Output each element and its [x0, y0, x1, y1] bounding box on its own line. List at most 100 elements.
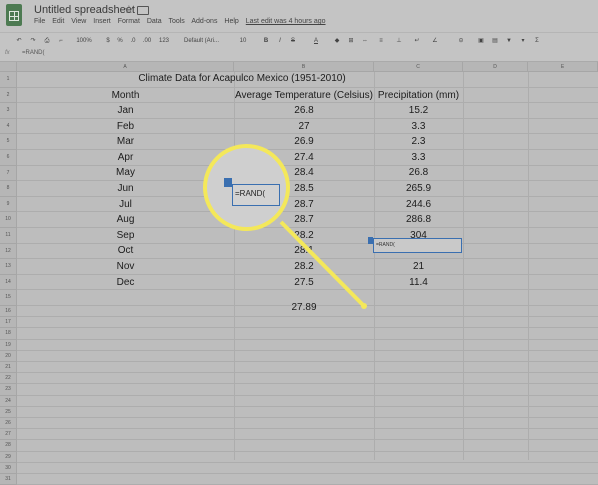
more-formats-button[interactable]: 123	[157, 35, 171, 47]
menu-view[interactable]: View	[71, 18, 86, 25]
row-header[interactable]: 28	[0, 440, 17, 452]
menu-data[interactable]: Data	[147, 18, 162, 25]
temperature-cell[interactable]: 27	[234, 121, 374, 132]
star-icon[interactable]: ☆	[124, 3, 134, 16]
row-header[interactable]: 30	[0, 462, 17, 474]
row-header[interactable]: 2	[0, 87, 17, 104]
month-cell[interactable]: Mar	[17, 136, 234, 147]
month-cell[interactable]: Dec	[17, 277, 234, 288]
merge-icon[interactable]: ⇔	[360, 35, 370, 47]
filter-views-icon[interactable]: ▾	[518, 35, 528, 47]
row-header[interactable]: 21	[0, 362, 17, 374]
menu-edit[interactable]: Edit	[52, 18, 64, 25]
average-temp-cell[interactable]: 27.89	[234, 302, 374, 313]
fill-color-icon[interactable]: ◆	[332, 35, 342, 47]
temperature-cell[interactable]: 26.8	[234, 105, 374, 116]
functions-icon[interactable]: Σ	[532, 35, 542, 47]
precipitation-cell[interactable]: 26.8	[374, 167, 463, 178]
header-avg-temp[interactable]: Average Temperature (Celsius)	[234, 90, 374, 101]
percent-button[interactable]: %	[116, 35, 124, 47]
menu-insert[interactable]: Insert	[93, 18, 111, 25]
align-left-icon[interactable]: ≡	[376, 35, 386, 47]
menu-tools[interactable]: Tools	[168, 18, 184, 25]
month-cell[interactable]: Jul	[17, 199, 234, 210]
row-header[interactable]: 13	[0, 259, 17, 275]
row-header[interactable]: 18	[0, 328, 17, 340]
precipitation-cell[interactable]: 11.4	[374, 277, 463, 288]
row-header[interactable]: 16	[0, 306, 17, 318]
row-header[interactable]: 9	[0, 196, 17, 213]
row-header[interactable]: 6	[0, 150, 17, 166]
decrease-decimals-button[interactable]: .0	[128, 35, 138, 47]
menu-format[interactable]: Format	[118, 18, 140, 25]
precipitation-cell[interactable]: 265.9	[374, 183, 463, 194]
text-color-button[interactable]: A	[312, 35, 320, 47]
header-precipitation[interactable]: Precipitation (mm)	[374, 90, 463, 101]
undo-icon[interactable]: ↶	[14, 35, 24, 47]
column-header-b[interactable]: B	[234, 62, 374, 72]
text-rotate-icon[interactable]: ∠	[430, 35, 440, 47]
currency-button[interactable]: $	[104, 35, 112, 47]
insert-link-icon[interactable]: ⊝	[456, 35, 466, 47]
insert-comment-icon[interactable]: ▣	[476, 35, 486, 47]
temperature-cell[interactable]: 28.2	[234, 230, 374, 241]
insert-chart-icon[interactable]: ▤	[490, 35, 500, 47]
menu-help[interactable]: Help	[224, 18, 238, 25]
row-header[interactable]: 12	[0, 243, 17, 260]
last-edit-link[interactable]: Last edit was 4 hours ago	[246, 18, 326, 25]
row-header[interactable]: 29	[0, 451, 17, 463]
month-cell[interactable]: Oct	[17, 245, 234, 256]
menu-file[interactable]: File	[34, 18, 45, 25]
month-cell[interactable]: Jun	[17, 183, 234, 194]
print-icon[interactable]: ⎙	[42, 35, 52, 47]
sheet-title-cell[interactable]: Climate Data for Acapulco Mexico (1951-2…	[92, 73, 392, 84]
month-cell[interactable]: May	[17, 167, 234, 178]
column-header-c[interactable]: C	[374, 62, 463, 72]
column-header-a[interactable]: A	[17, 62, 234, 72]
row-header[interactable]: 19	[0, 339, 17, 351]
italic-button[interactable]: I	[276, 35, 284, 47]
row-header[interactable]: 5	[0, 134, 17, 150]
row-header[interactable]: 8	[0, 181, 17, 197]
bold-button[interactable]: B	[262, 35, 270, 47]
month-cell[interactable]: Nov	[17, 261, 234, 272]
temperature-cell[interactable]: 28.1	[234, 245, 374, 256]
temperature-cell[interactable]: 27.5	[234, 277, 374, 288]
precipitation-cell[interactable]: 286.8	[374, 214, 463, 225]
month-cell[interactable]: Feb	[17, 121, 234, 132]
text-wrap-icon[interactable]: ↵	[412, 35, 422, 47]
redo-icon[interactable]: ↷	[28, 35, 38, 47]
filter-icon[interactable]: ▼	[504, 35, 514, 47]
precipitation-cell[interactable]: 3.3	[374, 121, 463, 132]
row-header[interactable]: 26	[0, 418, 17, 430]
row-header[interactable]: 22	[0, 373, 17, 385]
temperature-cell[interactable]: 28.2	[234, 261, 374, 272]
row-header[interactable]: 20	[0, 350, 17, 362]
row-header[interactable]: 4	[0, 118, 17, 135]
row-header[interactable]: 24	[0, 395, 17, 407]
row-header[interactable]: 31	[0, 474, 17, 485]
precipitation-cell[interactable]: 15.2	[374, 105, 463, 116]
active-cell-c14[interactable]: =RAND(	[373, 238, 462, 253]
row-header[interactable]: 11	[0, 228, 17, 244]
paint-format-icon[interactable]: ⌐	[56, 35, 66, 47]
row-header[interactable]: 14	[0, 274, 17, 291]
month-cell[interactable]: Aug	[17, 214, 234, 225]
document-title[interactable]: Untitled spreadsheet	[34, 4, 135, 16]
row-header[interactable]: 17	[0, 317, 17, 329]
select-all-corner[interactable]	[0, 62, 17, 72]
row-header[interactable]: 3	[0, 103, 17, 119]
row-header[interactable]: 10	[0, 212, 17, 228]
folder-icon[interactable]	[137, 6, 149, 15]
month-cell[interactable]: Sep	[17, 230, 234, 241]
precipitation-cell[interactable]: 2.3	[374, 136, 463, 147]
menu-add-ons[interactable]: Add-ons	[191, 18, 217, 25]
sheets-logo-icon[interactable]	[6, 4, 22, 26]
strikethrough-button[interactable]: S	[289, 35, 297, 47]
month-cell[interactable]: Apr	[17, 152, 234, 163]
borders-icon[interactable]: ⊞	[346, 35, 356, 47]
font-select[interactable]: Default (Ari...	[184, 35, 224, 47]
row-header[interactable]: 25	[0, 406, 17, 418]
column-header-d[interactable]: D	[463, 62, 528, 72]
font-size-select[interactable]: 10	[238, 35, 248, 47]
